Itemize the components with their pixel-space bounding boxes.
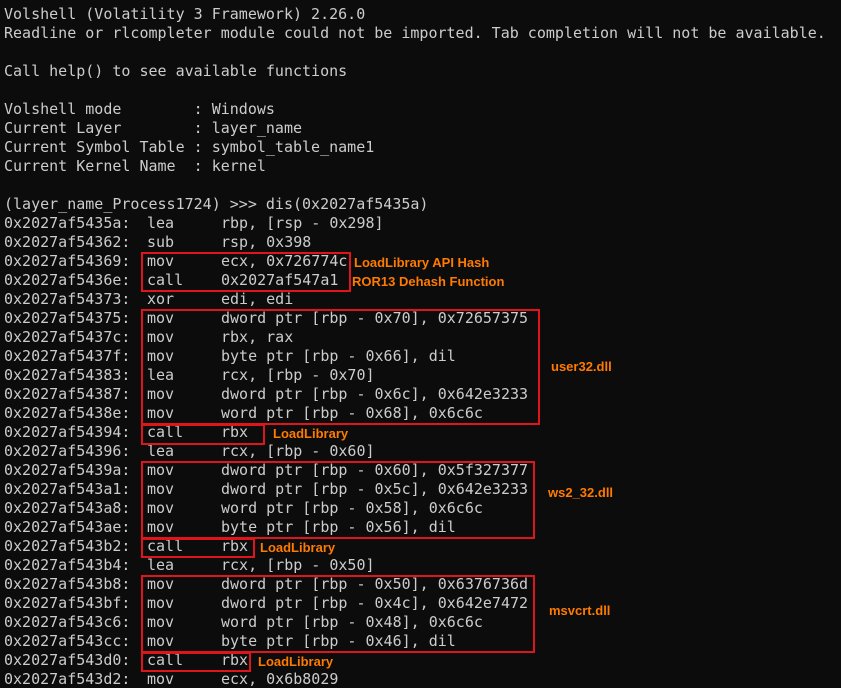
instruction-mnemonic: sub <box>147 233 175 251</box>
instruction-address: 0x2027af5437f: <box>4 347 131 365</box>
terminal-window[interactable]: Volshell (Volatility 3 Framework) 2.26.0… <box>0 0 841 688</box>
instruction-operands: rcx, [rbp - 0x50] <box>221 556 375 574</box>
instruction-address: 0x2027af543bf: <box>4 594 131 612</box>
annotation-user32-dll: user32.dll <box>551 359 612 374</box>
annotation-loadlibrary-api-hash: LoadLibrary API Hash <box>354 255 490 270</box>
annotation-loadlibrary-3: LoadLibrary <box>258 654 334 669</box>
command-prompt-line: (layer_name_Process1724) >>> dis(0x2027a… <box>4 195 429 213</box>
instruction-address: 0x2027af5436e: <box>4 271 131 289</box>
annotation-ror13-dehash-function: ROR13 Dehash Function <box>352 274 505 289</box>
instruction-mnemonic: lea <box>147 214 175 232</box>
instruction-address: 0x2027af5439a: <box>4 461 131 479</box>
instruction-operands: rbp, [rsp - 0x298] <box>221 214 384 232</box>
instruction-operands: edi, edi <box>221 290 294 308</box>
msvcrt-highlight-box <box>141 575 535 653</box>
loadlibrary-call-box-2 <box>141 538 255 558</box>
instruction-operands: rsp, 0x398 <box>221 233 312 251</box>
annotation-msvcrt-dll: msvcrt.dll <box>549 603 611 618</box>
loadlibrary-call-box-3 <box>141 652 251 672</box>
instruction-address: 0x2027af543d0: <box>4 651 131 669</box>
instruction-address: 0x2027af543ae: <box>4 518 131 536</box>
instruction-address: 0x2027af5435a: <box>4 214 131 232</box>
instruction-address: 0x2027af543c6: <box>4 613 131 631</box>
instruction-address: 0x2027af54373: <box>4 290 131 308</box>
instruction-address: 0x2027af54375: <box>4 309 131 327</box>
api-hash-highlight-box <box>141 252 351 292</box>
readline-warning-line: Readline or rlcompleter module could not… <box>4 24 826 42</box>
instruction-address: 0x2027af54369: <box>4 252 131 270</box>
instruction-address: 0x2027af54387: <box>4 385 131 403</box>
instruction-address: 0x2027af54394: <box>4 423 131 441</box>
instruction-mnemonic: lea <box>147 556 175 574</box>
annotation-ws2-32-dll: ws2_32.dll <box>548 485 614 500</box>
user32-highlight-box <box>141 309 540 425</box>
instruction-address: 0x2027af543a8: <box>4 499 131 517</box>
instruction-address: 0x2027af543b2: <box>4 537 131 555</box>
instruction-address: 0x2027af543d2: <box>4 670 131 688</box>
instruction-address: 0x2027af543a1: <box>4 480 131 498</box>
loadlibrary-call-box-1 <box>141 424 265 445</box>
annotation-loadlibrary-1: LoadLibrary <box>273 426 349 441</box>
instruction-address: 0x2027af543b4: <box>4 556 131 574</box>
instruction-address: 0x2027af54396: <box>4 442 131 460</box>
instruction-address: 0x2027af54383: <box>4 366 131 384</box>
instruction-mnemonic: mov <box>147 670 175 688</box>
instruction-address: 0x2027af5437c: <box>4 328 131 346</box>
instruction-mnemonic: xor <box>147 290 175 308</box>
current-symbol-table-line: Current Symbol Table : symbol_table_name… <box>4 138 375 156</box>
instruction-address: 0x2027af543cc: <box>4 632 131 650</box>
banner-line: Volshell (Volatility 3 Framework) 2.26.0 <box>4 5 366 23</box>
instruction-address: 0x2027af54362: <box>4 233 131 251</box>
instruction-address: 0x2027af543b8: <box>4 575 131 593</box>
volshell-mode-line: Volshell mode : Windows <box>4 100 275 118</box>
instruction-address: 0x2027af5438e: <box>4 404 131 422</box>
ws2-32-highlight-box <box>141 461 535 539</box>
help-hint-line: Call help() to see available functions <box>4 62 348 80</box>
current-layer-line: Current Layer : layer_name <box>4 119 303 137</box>
annotation-loadlibrary-2: LoadLibrary <box>260 540 336 555</box>
current-kernel-line: Current Kernel Name : kernel <box>4 157 266 175</box>
instruction-operands: ecx, 0x6b8029 <box>221 670 339 688</box>
